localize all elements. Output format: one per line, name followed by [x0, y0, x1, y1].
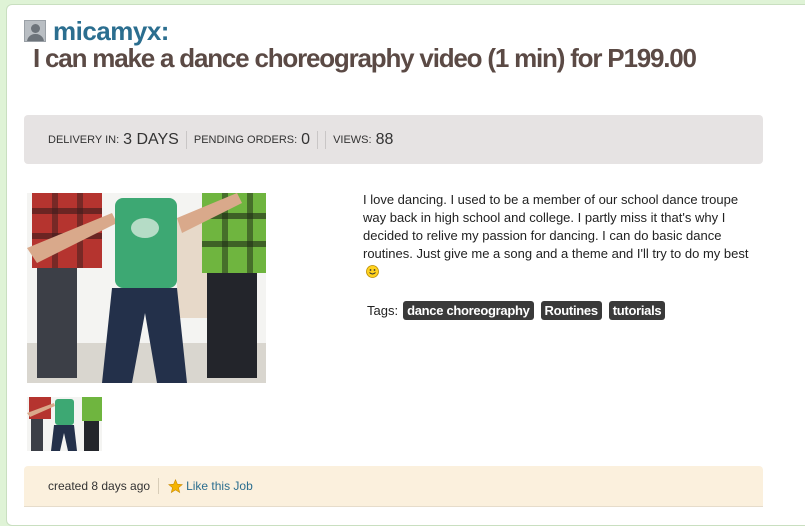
star-icon — [168, 478, 184, 493]
created-timestamp: created 8 days ago — [48, 479, 151, 493]
seller-header: micamyx: — [24, 16, 169, 47]
job-tags: Tags: dance choreography Routines tutori… — [367, 301, 672, 320]
stat-pending-label: PENDING ORDERS: — [193, 133, 298, 146]
stat-views-label: VIEWS: — [333, 133, 372, 146]
stat-views-value: 88 — [375, 130, 394, 148]
stat-divider — [317, 130, 319, 149]
stat-delivery: DELIVERY IN: 3 DAYS — [48, 115, 179, 164]
stat-delivery-value: 3 DAYS — [123, 130, 179, 148]
job-footer: created 8 days ago Like this Job — [24, 466, 763, 506]
stat-pending-orders: PENDING ORDERS: 0 — [194, 115, 310, 164]
seller-username[interactable]: micamyx: — [53, 16, 169, 47]
job-description-text: I love dancing. I used to be a member of… — [363, 192, 749, 261]
tag-routines[interactable]: Routines — [540, 301, 602, 320]
smiley-icon — [366, 265, 379, 278]
tag-dance-choreography[interactable]: dance choreography — [403, 301, 534, 320]
job-title: I can make a dance choreography video (1… — [33, 43, 697, 73]
stat-pending-value: 0 — [301, 130, 311, 148]
job-description: I love dancing. I used to be a member of… — [363, 191, 763, 281]
dancers-photo — [27, 193, 266, 383]
tags-label: Tags: — [367, 303, 399, 318]
like-job-button[interactable]: Like this Job — [168, 478, 253, 494]
stat-divider — [325, 130, 327, 149]
job-stats-bar: DELIVERY IN: 3 DAYS PENDING ORDERS: 0 VI… — [24, 115, 763, 164]
user-avatar-icon[interactable] — [24, 20, 46, 42]
stat-delivery-label: DELIVERY IN: — [48, 133, 120, 146]
like-job-label: Like this Job — [186, 479, 253, 493]
footer-divider — [158, 478, 160, 494]
tag-tutorials[interactable]: tutorials — [608, 301, 666, 320]
footer-bottom-border — [24, 506, 763, 507]
stat-views: VIEWS: 88 — [333, 115, 393, 164]
stat-divider — [185, 130, 187, 149]
dancers-thumbnail-photo — [27, 397, 102, 451]
job-thumbnail[interactable] — [27, 397, 102, 451]
job-main-image[interactable] — [27, 193, 266, 383]
